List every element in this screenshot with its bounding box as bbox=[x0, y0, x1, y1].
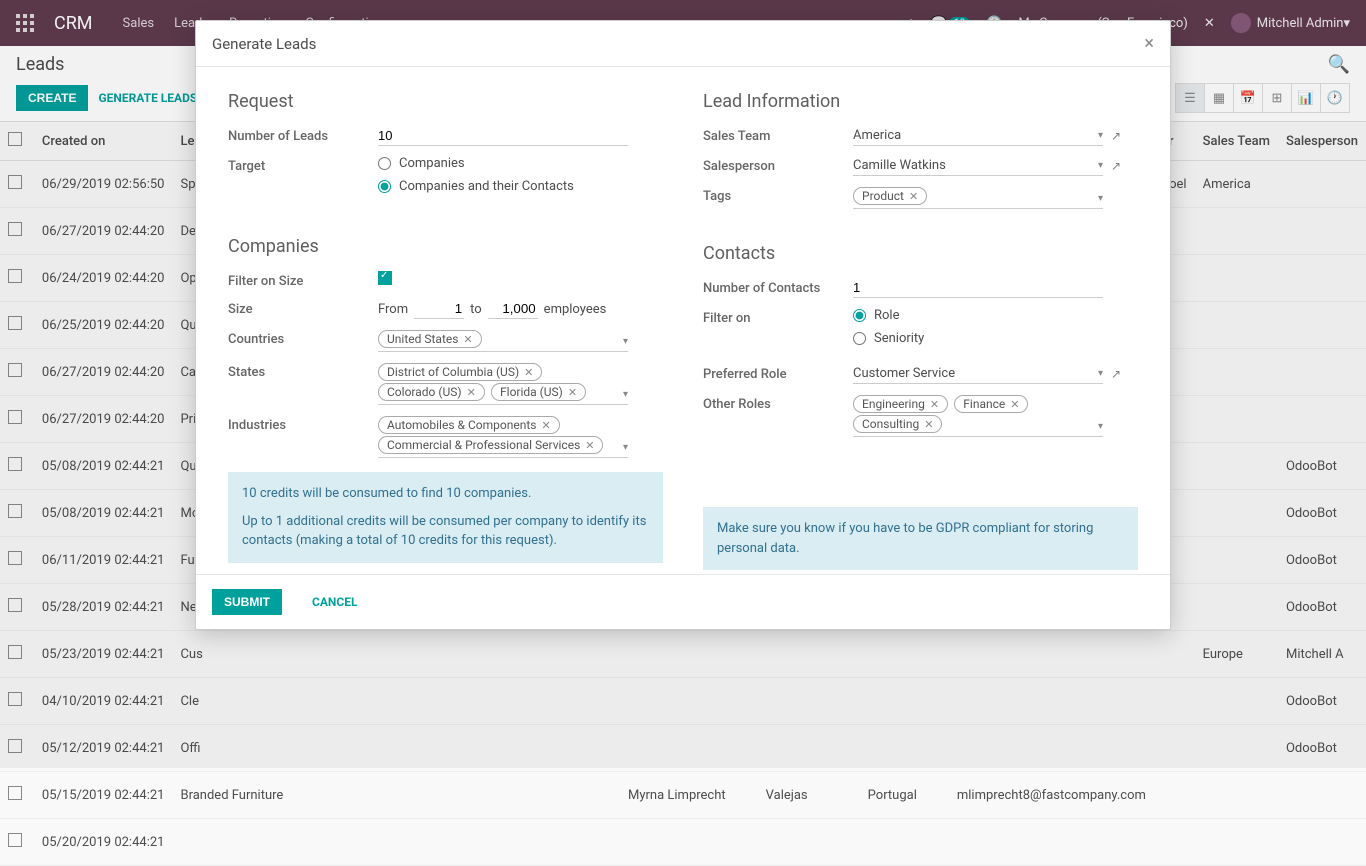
label-countries: Countries bbox=[228, 329, 378, 347]
select-sales-team[interactable]: America▾ bbox=[853, 126, 1103, 146]
section-contacts: Contacts bbox=[703, 243, 1138, 264]
tag-remove-icon[interactable]: ✕ bbox=[1010, 398, 1019, 411]
checkbox-filter-size[interactable] bbox=[378, 271, 392, 285]
field-other-roles[interactable]: Engineering✕ Finance✕ Consulting✕ ▾ bbox=[853, 394, 1103, 437]
modal-close-icon[interactable]: × bbox=[1144, 33, 1154, 54]
tag-remove-icon[interactable]: ✕ bbox=[524, 366, 533, 379]
label-filter-size: Filter on Size bbox=[228, 271, 378, 289]
chevron-down-icon[interactable]: ▾ bbox=[1098, 421, 1103, 432]
tag-remove-icon[interactable]: ✕ bbox=[924, 418, 933, 431]
tag-remove-icon[interactable]: ✕ bbox=[463, 333, 472, 346]
label-size: Size bbox=[228, 299, 378, 317]
tag-state[interactable]: Florida (US)✕ bbox=[491, 383, 586, 401]
field-industries[interactable]: Automobiles & Components✕ Commercial & P… bbox=[378, 415, 628, 458]
tag-state[interactable]: District of Columbia (US)✕ bbox=[378, 363, 542, 381]
tag-remove-icon[interactable]: ✕ bbox=[541, 419, 550, 432]
cancel-button[interactable]: Cancel bbox=[300, 589, 369, 615]
select-salesperson[interactable]: Camille Watkins▾ bbox=[853, 156, 1103, 176]
tag-remove-icon[interactable]: ✕ bbox=[467, 386, 476, 399]
table-row[interactable]: 05/15/2019 02:44:21 Branded Furniture My… bbox=[0, 772, 1366, 819]
chevron-down-icon[interactable]: ▾ bbox=[1098, 193, 1103, 204]
label-target: Target bbox=[228, 156, 378, 174]
label-sales-team: Sales Team bbox=[703, 126, 853, 144]
row-checkbox[interactable] bbox=[8, 786, 22, 800]
generate-leads-modal: Generate Leads × Request Number of Leads… bbox=[195, 20, 1171, 630]
label-preferred-role: Preferred Role bbox=[703, 364, 853, 382]
credits-alert: 10 credits will be consumed to find 10 c… bbox=[228, 472, 663, 563]
tag-remove-icon[interactable]: ✕ bbox=[909, 190, 918, 203]
row-checkbox[interactable] bbox=[8, 833, 22, 847]
gdpr-alert: Make sure you know if you have to be GDP… bbox=[703, 507, 1138, 570]
label-number-leads: Number of Leads bbox=[228, 126, 378, 144]
section-request: Request bbox=[228, 91, 663, 112]
label-tags: Tags bbox=[703, 186, 853, 204]
chevron-down-icon[interactable]: ▾ bbox=[623, 389, 628, 400]
field-tags[interactable]: Product✕ ▾ bbox=[853, 186, 1103, 209]
select-preferred-role[interactable]: Customer Service▾ bbox=[853, 364, 1103, 384]
label-states: States bbox=[228, 362, 378, 380]
input-number-contacts[interactable] bbox=[853, 278, 1103, 298]
section-companies: Companies bbox=[228, 236, 663, 257]
radio-filter-seniority[interactable] bbox=[853, 332, 866, 345]
tag-remove-icon[interactable]: ✕ bbox=[585, 439, 594, 452]
input-size-from[interactable] bbox=[414, 299, 464, 319]
modal-title: Generate Leads bbox=[212, 35, 316, 53]
submit-button[interactable]: Submit bbox=[212, 589, 282, 615]
label-other-roles: Other Roles bbox=[703, 394, 853, 412]
field-states[interactable]: District of Columbia (US)✕ Colorado (US)… bbox=[378, 362, 628, 405]
label-industries: Industries bbox=[228, 415, 378, 433]
radio-filter-role[interactable] bbox=[853, 309, 866, 322]
chevron-down-icon[interactable]: ▾ bbox=[1098, 160, 1103, 171]
input-number-leads[interactable] bbox=[378, 126, 628, 146]
section-lead-information: Lead Information bbox=[703, 91, 1138, 112]
tag-remove-icon[interactable]: ✕ bbox=[568, 386, 577, 399]
chevron-down-icon[interactable]: ▾ bbox=[623, 336, 628, 347]
tag-industry[interactable]: Automobiles & Components✕ bbox=[378, 416, 560, 434]
chevron-down-icon[interactable]: ▾ bbox=[623, 442, 628, 453]
tag-industry[interactable]: Commercial & Professional Services✕ bbox=[378, 436, 603, 454]
input-size-to[interactable] bbox=[488, 299, 538, 319]
field-countries[interactable]: United States✕ ▾ bbox=[378, 329, 628, 352]
label-number-contacts: Number of Contacts bbox=[703, 278, 853, 296]
tag-role[interactable]: Finance✕ bbox=[954, 395, 1028, 413]
radio-target-companies[interactable] bbox=[378, 157, 391, 170]
external-link-icon[interactable]: ↗ bbox=[1111, 129, 1121, 143]
tag-state[interactable]: Colorado (US)✕ bbox=[378, 383, 485, 401]
label-salesperson: Salesperson bbox=[703, 156, 853, 174]
tag-role[interactable]: Engineering✕ bbox=[853, 395, 948, 413]
tag-product[interactable]: Product✕ bbox=[853, 187, 927, 205]
external-link-icon[interactable]: ↗ bbox=[1111, 159, 1121, 173]
tag-remove-icon[interactable]: ✕ bbox=[930, 398, 939, 411]
tag-country[interactable]: United States✕ bbox=[378, 330, 482, 348]
radio-target-companies-contacts[interactable] bbox=[378, 180, 391, 193]
tag-role[interactable]: Consulting✕ bbox=[853, 415, 942, 433]
table-row[interactable]: 05/20/2019 02:44:21 bbox=[0, 819, 1366, 866]
chevron-down-icon[interactable]: ▾ bbox=[1098, 368, 1103, 379]
chevron-down-icon[interactable]: ▾ bbox=[1098, 130, 1103, 141]
external-link-icon[interactable]: ↗ bbox=[1111, 367, 1121, 381]
label-filter-on: Filter on bbox=[703, 308, 853, 326]
